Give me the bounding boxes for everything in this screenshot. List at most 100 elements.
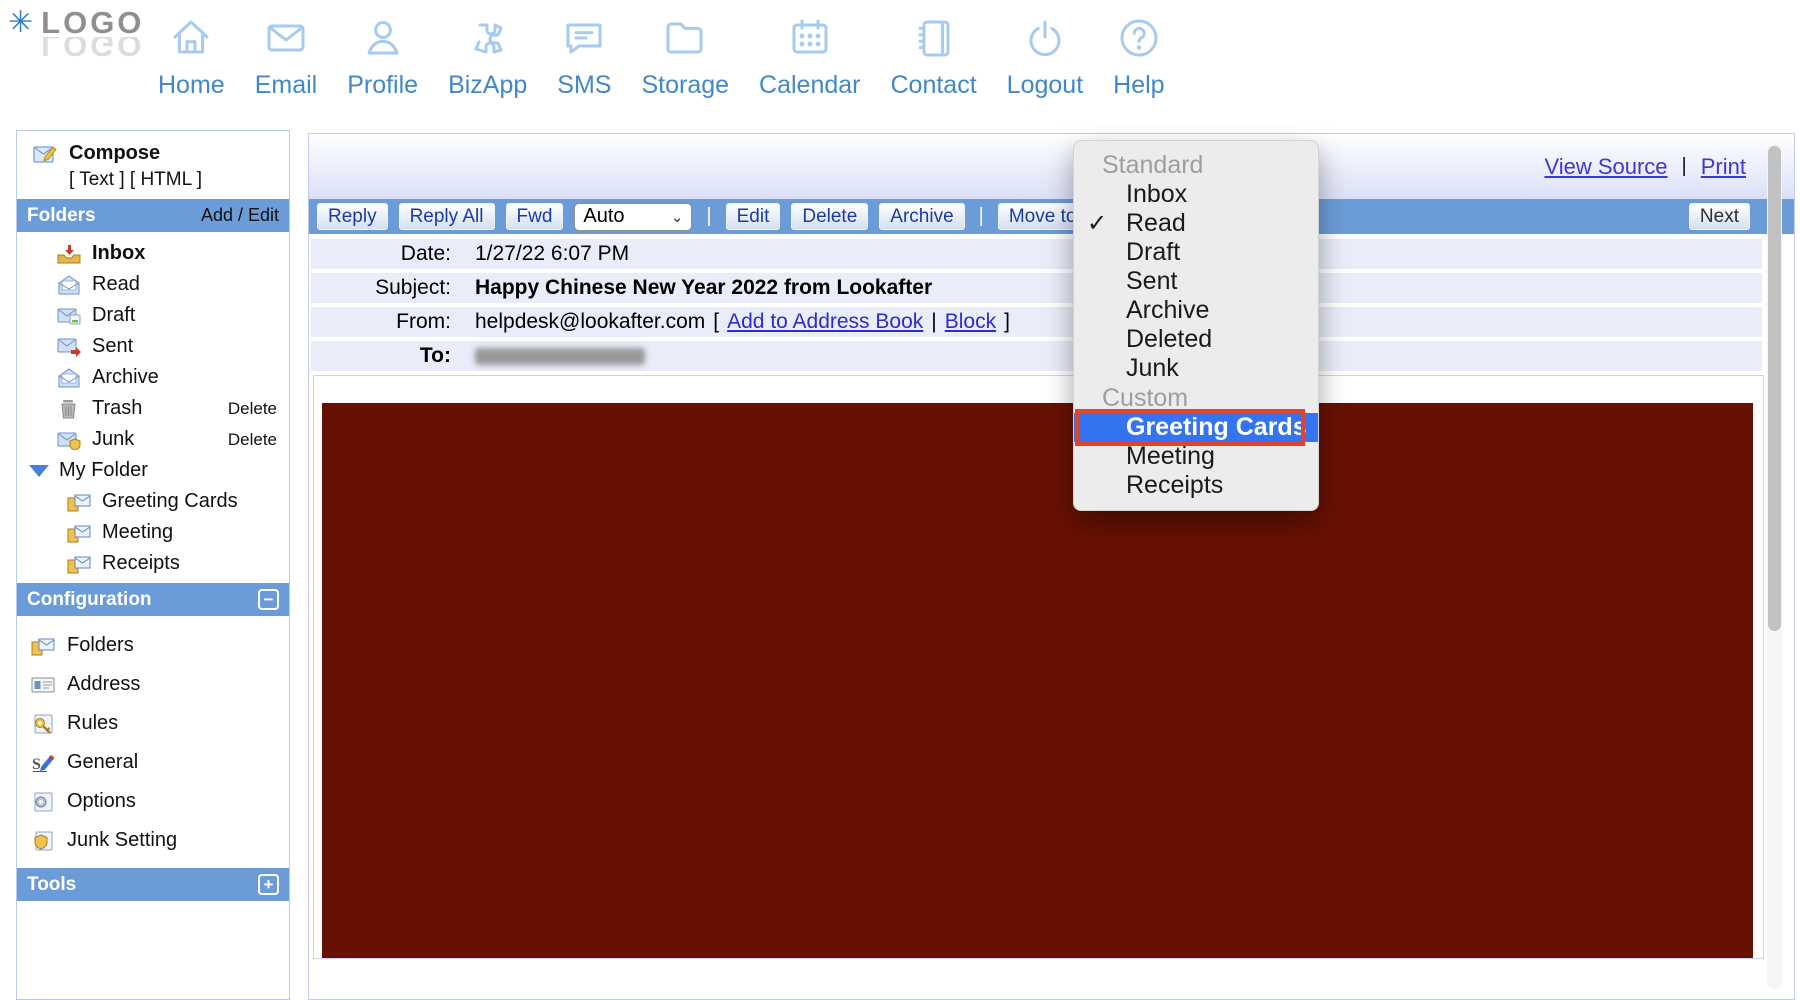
scrollbar-thumb[interactable]: [1768, 146, 1781, 631]
junk-delete-link[interactable]: Delete: [228, 430, 289, 450]
reply-all-button[interactable]: Reply All: [399, 203, 495, 230]
next-button[interactable]: Next: [1689, 203, 1750, 230]
compose-text-link[interactable]: [ Text ]: [69, 169, 125, 190]
nav-item-profile[interactable]: Profile: [347, 14, 418, 100]
folders-add-edit-link[interactable]: Add / Edit: [201, 205, 279, 226]
configuration-collapse-button[interactable]: −: [258, 589, 279, 610]
from-row: From: helpdesk@lookafter.com [ Add to Ad…: [311, 307, 1762, 337]
folder-list: Inbox Read Draft Sent Archive Trash Dele…: [17, 232, 289, 583]
archive-button[interactable]: Archive: [879, 203, 964, 230]
folder-mail-icon: [67, 523, 91, 543]
config-item-options[interactable]: Options: [17, 782, 289, 821]
configuration-section-header: Configuration −: [17, 583, 289, 616]
date-value: 1/27/22 6:07 PM: [475, 242, 629, 266]
compose-html-link[interactable]: [ HTML ]: [130, 169, 202, 190]
menu-item-sent[interactable]: Sent: [1074, 267, 1318, 296]
archive-envelope-icon: [57, 368, 81, 388]
config-item-general[interactable]: S General: [17, 743, 289, 782]
folder-mail-icon: [67, 492, 91, 512]
general-signature-icon: S: [31, 753, 55, 773]
bizapp-icon: [464, 14, 512, 67]
folder-item-junk[interactable]: Junk Delete: [17, 424, 289, 455]
nav-item-contact[interactable]: Contact: [891, 14, 977, 100]
nav-item-home[interactable]: Home: [158, 14, 225, 100]
date-row: Date: 1/27/22 6:07 PM: [311, 239, 1762, 269]
message-panel: View Source | Print Reply Reply All Fwd …: [308, 133, 1795, 1000]
menu-item-meeting[interactable]: Meeting: [1074, 442, 1318, 471]
home-icon: [167, 14, 215, 67]
folder-item-read[interactable]: Read: [17, 269, 289, 300]
menu-item-draft[interactable]: Draft: [1074, 238, 1318, 267]
config-item-rules[interactable]: Rules: [17, 704, 289, 743]
config-item-address[interactable]: Address: [17, 665, 289, 704]
folder-item-greeting-cards[interactable]: Greeting Cards: [17, 486, 289, 517]
compose-button[interactable]: Compose: [17, 131, 289, 167]
configuration-list: Folders Address Rules S General Options …: [17, 616, 289, 868]
sent-envelope-icon: [57, 337, 81, 357]
inbox-icon: [57, 244, 81, 264]
panel-header: View Source | Print: [309, 134, 1794, 199]
move-to-menu: Standard Inbox ✓ Read Draft Sent Archive…: [1073, 140, 1319, 511]
tools-expand-button[interactable]: +: [258, 874, 279, 895]
folder-item-archive[interactable]: Archive: [17, 362, 289, 393]
trash-icon: [57, 399, 81, 419]
logo: ✳ LOGO LOGO: [8, 8, 144, 57]
view-source-link[interactable]: View Source: [1544, 154, 1667, 180]
config-item-junk-setting[interactable]: Junk Setting: [17, 821, 289, 860]
to-row: To:: [311, 341, 1762, 371]
trash-delete-link[interactable]: Delete: [228, 399, 289, 419]
forward-button[interactable]: Fwd: [506, 203, 564, 230]
rules-key-icon: [31, 714, 55, 734]
sms-icon: [560, 14, 608, 67]
auto-encoding-select[interactable]: Auto ⌄: [574, 203, 692, 231]
menu-item-deleted[interactable]: Deleted: [1074, 325, 1318, 354]
email-icon: [262, 14, 310, 67]
contact-icon: [910, 14, 958, 67]
menu-item-inbox[interactable]: Inbox: [1074, 180, 1318, 209]
logo-reflection: LOGO: [41, 37, 144, 57]
top-navigation: ✳ LOGO LOGO Home Email Profile BizApp SM…: [0, 0, 1800, 118]
menu-item-junk[interactable]: Junk: [1074, 354, 1318, 383]
junk-envelope-icon: [57, 430, 81, 450]
junk-setting-shield-icon: [31, 831, 55, 851]
draft-envelope-icon: [57, 306, 81, 326]
block-sender-link[interactable]: Block: [945, 310, 996, 334]
add-to-address-book-link[interactable]: Add to Address Book: [727, 310, 923, 334]
address-card-icon: [31, 675, 55, 695]
greeting-card-image: [322, 403, 1753, 959]
folder-mail-icon: [67, 554, 91, 574]
nav-item-calendar[interactable]: Calendar: [759, 14, 860, 100]
menu-item-greeting-cards[interactable]: Greeting Cards: [1074, 413, 1318, 442]
folder-item-inbox[interactable]: Inbox: [17, 238, 289, 269]
delete-button[interactable]: Delete: [791, 203, 868, 230]
reply-button[interactable]: Reply: [317, 203, 388, 230]
menu-item-receipts[interactable]: Receipts: [1074, 471, 1318, 500]
print-link[interactable]: Print: [1701, 154, 1746, 180]
folders-section-header: Folders Add / Edit: [17, 199, 289, 232]
nav-item-sms[interactable]: SMS: [557, 14, 611, 100]
sidebar: Compose [ Text ] [ HTML ] Folders Add / …: [16, 130, 290, 1000]
message-headers: Date: 1/27/22 6:07 PM Subject: Happy Chi…: [309, 234, 1794, 371]
folder-item-trash[interactable]: Trash Delete: [17, 393, 289, 424]
my-folder-toggle[interactable]: My Folder: [17, 455, 289, 486]
nav-item-help[interactable]: Help: [1113, 14, 1164, 100]
menu-item-read[interactable]: ✓ Read: [1074, 209, 1318, 238]
nav-item-logout[interactable]: Logout: [1007, 14, 1083, 100]
nav-item-storage[interactable]: Storage: [641, 14, 729, 100]
folder-item-receipts[interactable]: Receipts: [17, 548, 289, 579]
edit-button[interactable]: Edit: [726, 203, 781, 230]
folder-item-sent[interactable]: Sent: [17, 331, 289, 362]
message-body: [313, 375, 1764, 959]
chevron-down-icon: [29, 465, 49, 477]
svg-text:S: S: [32, 756, 41, 773]
nav-items: Home Email Profile BizApp SMS Storage Ca…: [158, 14, 1165, 100]
nav-item-email[interactable]: Email: [255, 14, 318, 100]
folder-mail-icon: [31, 636, 55, 656]
nav-item-bizapp[interactable]: BizApp: [448, 14, 527, 100]
vertical-scrollbar[interactable]: [1767, 144, 1782, 989]
message-toolbar: Reply Reply All Fwd Auto ⌄ | Edit Delete…: [309, 199, 1794, 234]
folder-item-meeting[interactable]: Meeting: [17, 517, 289, 548]
menu-item-archive[interactable]: Archive: [1074, 296, 1318, 325]
folder-item-draft[interactable]: Draft: [17, 300, 289, 331]
config-item-folders[interactable]: Folders: [17, 626, 289, 665]
